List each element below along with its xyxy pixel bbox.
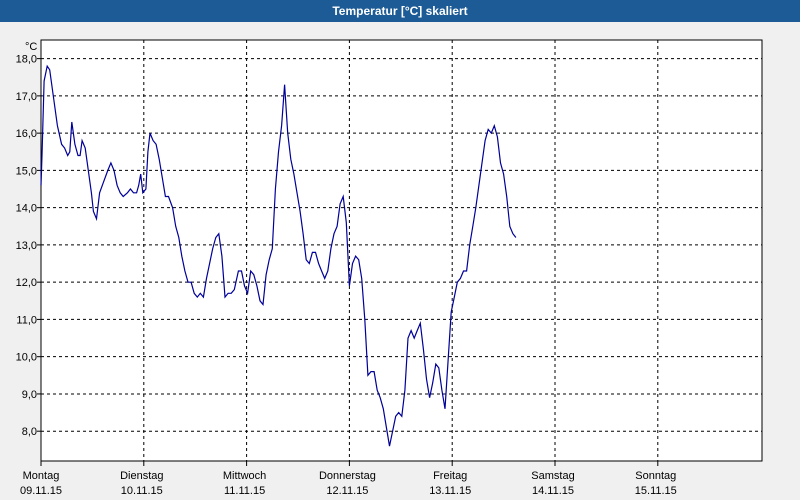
x-tick-day-label: Samstag	[531, 470, 574, 482]
x-tick-day-label: Mittwoch	[223, 470, 266, 482]
y-tick-label: 9,0	[22, 389, 37, 401]
y-axis-unit-label: °C	[25, 41, 37, 53]
y-tick-label: 18,0	[16, 54, 37, 66]
plot-area	[40, 39, 763, 462]
y-tick-label: 8,0	[22, 426, 37, 438]
x-tick-date-label: 14.11.15	[532, 485, 574, 497]
y-axis-ticks: 8,0 9,0 10,0 11,0 12,0 13,0 14,0 15,0 16,0 17,0 18…	[16, 54, 41, 438]
x-tick-date-label: 09.11.15	[20, 485, 62, 497]
y-tick-label: 16,0	[16, 128, 37, 140]
y-tick-label: 14,0	[16, 203, 37, 215]
y-tick-label: 13,0	[16, 240, 37, 252]
x-tick-date-label: 15.11.15	[635, 485, 677, 497]
window-title: Temperatur [°C] skaliert	[332, 4, 468, 18]
y-tick-label: 15,0	[16, 165, 37, 177]
x-tick-date-label: 11.11.15	[224, 485, 265, 497]
y-tick-label: 17,0	[16, 91, 37, 103]
x-tick-date-label: 13.11.15	[429, 485, 471, 497]
x-tick-day-label: Donnerstag	[319, 470, 376, 482]
x-tick-day-label: Dienstag	[120, 470, 163, 482]
x-tick-date-label: 12.11.15	[326, 485, 368, 497]
y-tick-label: 12,0	[16, 277, 37, 289]
window-title-bar: Temperatur [°C] skaliert	[0, 0, 800, 22]
x-axis-ticks: Montag 09.11.15 Dienstag 10.11.15 Mittwoch 11…	[20, 461, 677, 497]
x-tick-day-label: Freitag	[433, 470, 467, 482]
x-tick-date-label: 10.11.15	[121, 485, 163, 497]
x-tick-day-label: Sonntag	[635, 470, 676, 482]
temperature-chart: °C 8,0 9,0 10,0 11,0 12,0 13,0 14,0 15,0 16,0 17,…	[16, 39, 763, 497]
y-tick-label: 10,0	[16, 352, 37, 364]
y-tick-label: 11,0	[16, 314, 37, 326]
x-tick-day-label: Montag	[23, 470, 60, 482]
